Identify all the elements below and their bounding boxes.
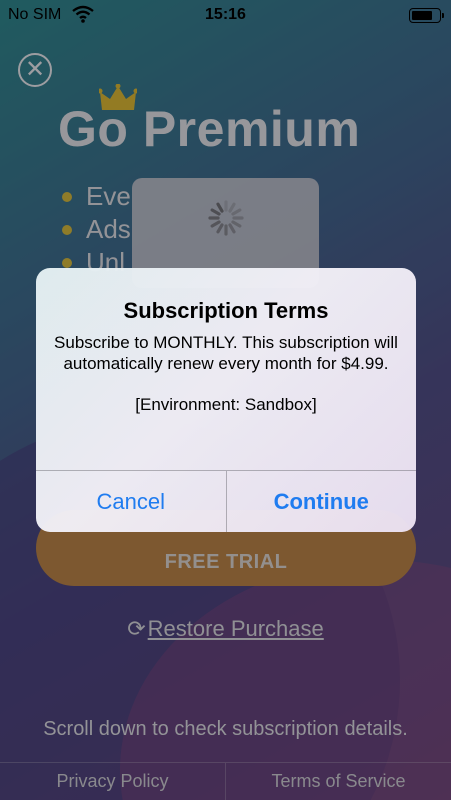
clock: 15:16 <box>205 6 246 23</box>
battery-icon <box>409 8 444 23</box>
cancel-button[interactable]: Cancel <box>36 471 226 532</box>
subscription-terms-alert: Subscription Terms Subscribe to MONTHLY.… <box>36 268 416 532</box>
alert-body: Subscription Terms Subscribe to MONTHLY.… <box>36 268 416 470</box>
continue-button[interactable]: Continue <box>225 471 417 532</box>
alert-title: Subscription Terms <box>123 298 329 323</box>
alert-message: Subscribe to MONTHLY. This subscription … <box>54 333 398 373</box>
status-bar: No SIM 15:16 <box>0 0 451 30</box>
alert-actions: Cancel Continue <box>36 470 416 532</box>
alert-environment: [Environment: Sandbox] <box>135 395 317 414</box>
